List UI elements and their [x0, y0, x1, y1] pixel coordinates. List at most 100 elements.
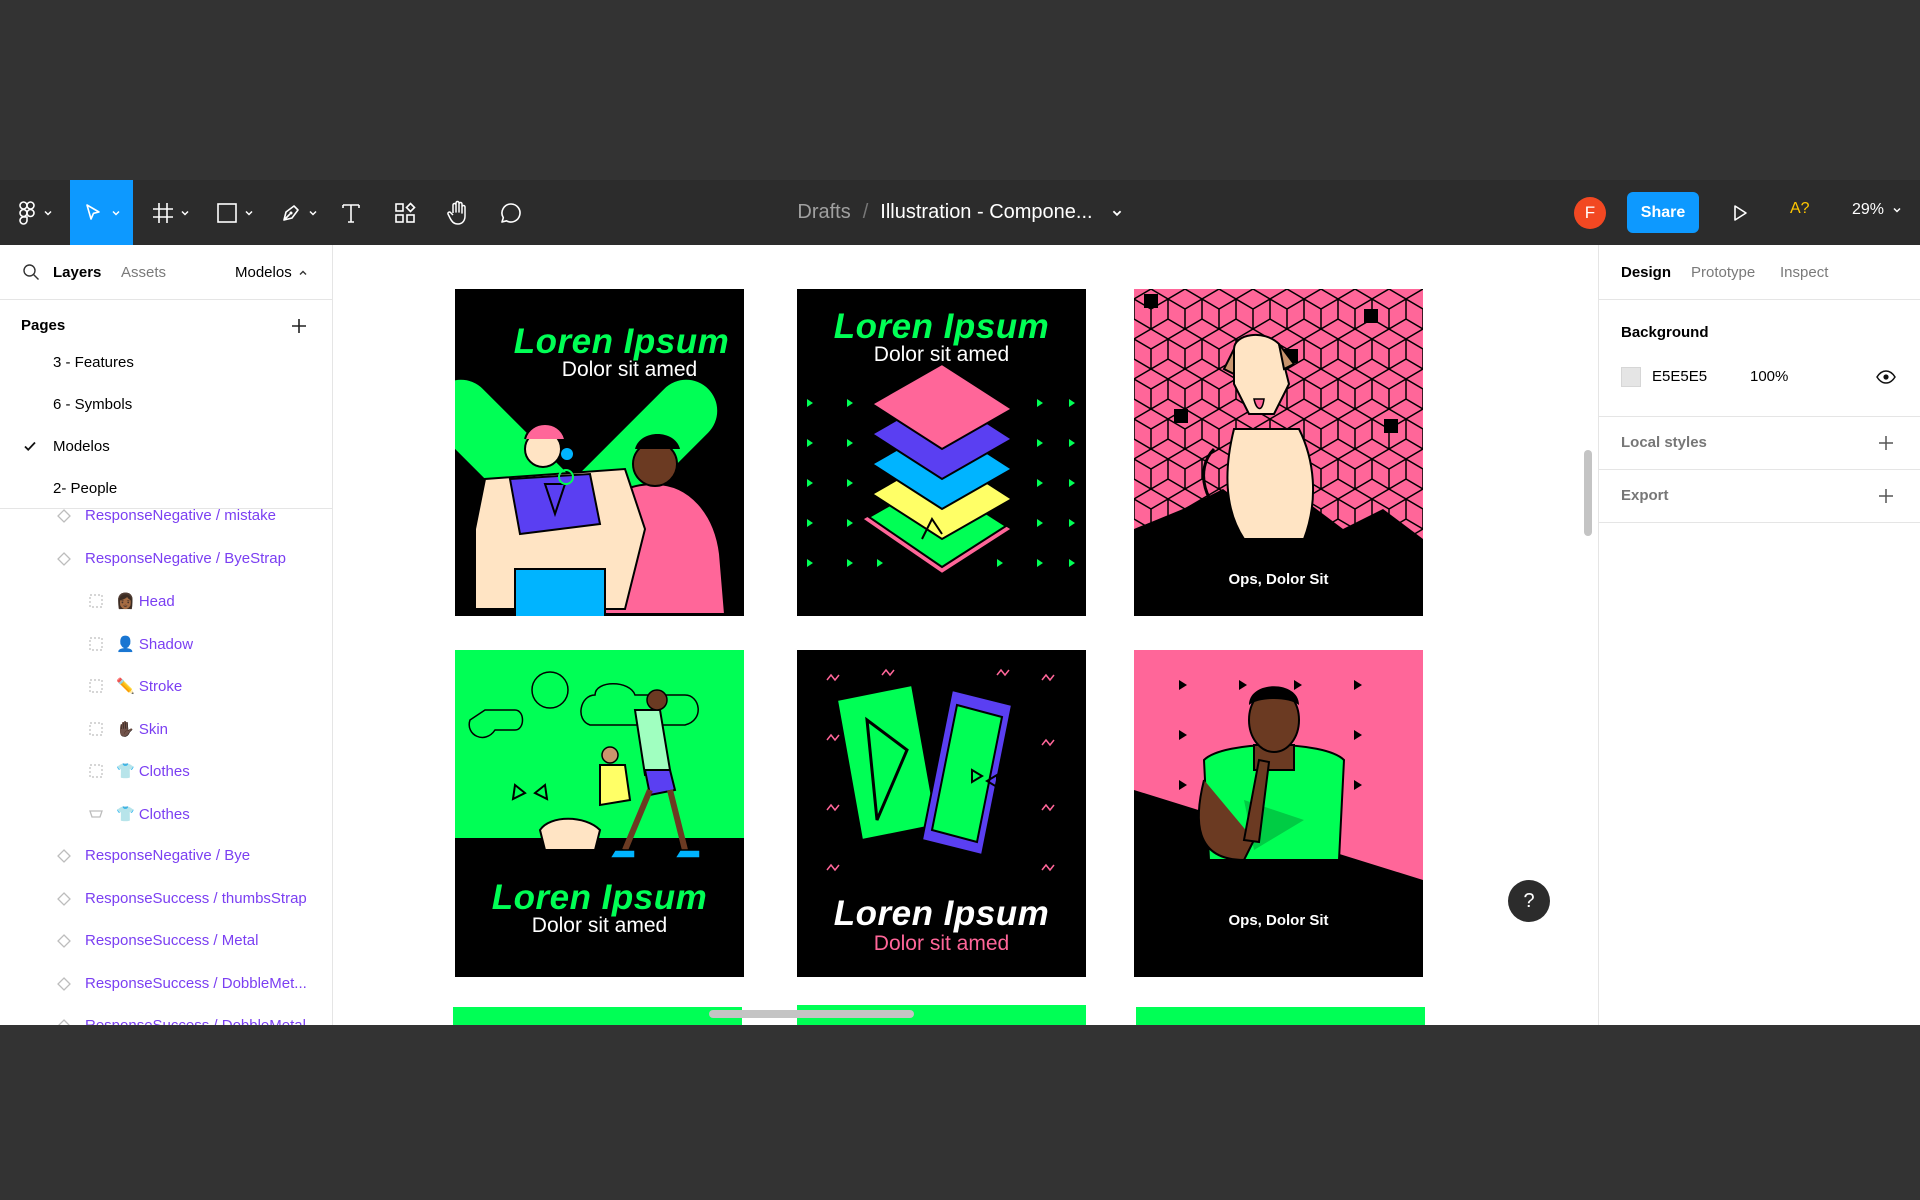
artboard-card-1[interactable]: Loren Ipsum Dolor sit amed: [455, 289, 744, 616]
frame-icon: [89, 721, 103, 736]
layer-row[interactable]: ResponseSuccess / DobbleMet...: [0, 963, 332, 1005]
page-item-modelos[interactable]: Modelos: [0, 425, 332, 467]
present-button[interactable]: [1725, 198, 1755, 228]
resources-button[interactable]: [390, 180, 420, 245]
tab-layers[interactable]: Layers: [53, 264, 101, 281]
card-subtitle: Dolor sit amed: [873, 932, 1010, 955]
artboard-card-4[interactable]: Loren Ipsum Dolor sit amed: [455, 650, 744, 977]
layer-label: ✋🏿 Skin: [116, 720, 169, 738]
frame-icon: [89, 636, 103, 651]
artboard-card-7[interactable]: [453, 1007, 742, 1025]
page-label: 3 - Features: [53, 355, 134, 371]
frame-tool-button[interactable]: [148, 180, 194, 245]
hand-tool-button[interactable]: [443, 180, 473, 245]
share-button[interactable]: Share: [1627, 192, 1699, 233]
breadcrumb-separator: /: [862, 201, 869, 223]
shape-tool-button[interactable]: [212, 180, 258, 245]
tab-design[interactable]: Design: [1621, 264, 1671, 281]
layer-row[interactable]: 👤 Shadow: [0, 623, 332, 665]
artboard-card-9[interactable]: [1136, 1007, 1425, 1025]
artboard-card-2[interactable]: Loren Ipsum Dolor sit amed: [797, 289, 1086, 616]
component-icon: [57, 849, 71, 863]
chevron-down-icon[interactable]: [1111, 207, 1123, 219]
page-item-features[interactable]: 3 - Features: [0, 355, 332, 383]
layer-row[interactable]: 👕 Clothes: [0, 793, 332, 835]
local-styles-label: Local styles: [1621, 434, 1707, 451]
layer-label: 👕 Clothes: [116, 763, 190, 780]
canvas[interactable]: Loren Ipsum Dolor sit amed Loren Ipsum D…: [334, 245, 1598, 1025]
pages-title: Pages: [21, 317, 66, 334]
background-color-swatch[interactable]: [1621, 367, 1641, 387]
people-illustration: [455, 379, 727, 616]
page-item-symbols[interactable]: 6 - Symbols: [0, 383, 332, 425]
component-icon: [57, 934, 71, 948]
layer-row[interactable]: ResponseNegative / mistake: [0, 509, 332, 537]
layer-label: ResponseNegative / mistake: [85, 509, 276, 524]
hand-tool-icon: [447, 200, 466, 225]
text-tool-button[interactable]: [336, 180, 366, 245]
components-icon: [395, 201, 416, 223]
artboard-card-5[interactable]: Loren Ipsum Dolor sit amed: [797, 650, 1086, 977]
avatar[interactable]: F: [1574, 197, 1606, 229]
comment-tool-button[interactable]: [496, 180, 526, 245]
component-icon: [57, 891, 71, 906]
layer-row[interactable]: ✏️ Stroke: [0, 665, 332, 707]
page-switcher[interactable]: Modelos: [235, 264, 308, 281]
layer-row[interactable]: ResponseSuccess / Metal: [0, 920, 332, 962]
artboard-card-3[interactable]: Ops, Dolor Sit: [1134, 289, 1423, 616]
layer-row[interactable]: 👩🏾 Head: [0, 580, 332, 622]
cards-stack-illustration: [807, 362, 1075, 576]
zoom-menu[interactable]: 29%: [1852, 201, 1902, 219]
frame-tool-icon: [153, 202, 173, 223]
tab-prototype[interactable]: Prototype: [1691, 264, 1755, 281]
artboard-card-6[interactable]: Ops, Dolor Sit: [1134, 650, 1423, 977]
layer-row[interactable]: ResponseSuccess / thumbsStrap: [0, 878, 332, 920]
vertical-scrollbar[interactable]: [1584, 450, 1592, 536]
background-hex-input[interactable]: E5E5E5: [1652, 368, 1707, 385]
frame-icon: [89, 764, 103, 778]
component-icon: [57, 976, 71, 991]
chevron-up-icon: [299, 270, 307, 275]
move-tool-icon: [85, 203, 100, 220]
plus-icon[interactable]: [1877, 434, 1895, 452]
file-name[interactable]: Illustration - Compone...: [880, 201, 1092, 224]
help-button[interactable]: ?: [1508, 880, 1550, 922]
left-panel-tabs: Layers Assets Modelos: [0, 245, 332, 300]
tab-assets[interactable]: Assets: [121, 264, 166, 281]
horizontal-scrollbar[interactable]: [709, 1010, 914, 1018]
accessibility-check[interactable]: A?: [1790, 200, 1810, 218]
local-styles-section: Local styles: [1599, 417, 1920, 470]
zoom-level: 29%: [1852, 201, 1885, 218]
layer-label: 👤 Shadow: [116, 635, 194, 653]
background-opacity-input[interactable]: 100%: [1750, 368, 1788, 385]
chevron-down-icon: [245, 210, 253, 216]
layer-row[interactable]: ✋🏿 Skin: [0, 708, 332, 750]
layer-row[interactable]: ResponseSuccess / DobbleMetal: [0, 1005, 332, 1025]
breadcrumb-drafts[interactable]: Drafts: [797, 201, 850, 224]
layer-label: ResponseSuccess / DobbleMetal: [85, 1017, 306, 1025]
dog-cubes-illustration: [1134, 289, 1423, 540]
layer-row[interactable]: 👕 Clothes: [0, 750, 332, 792]
layer-row[interactable]: ResponseNegative / Bye: [0, 835, 332, 877]
move-tool-button[interactable]: [70, 180, 133, 245]
main-menu-button[interactable]: [14, 180, 58, 245]
eye-icon[interactable]: [1876, 369, 1896, 385]
page-item-people[interactable]: 2- People: [0, 467, 332, 508]
search-icon[interactable]: [22, 263, 40, 281]
component-icon: [58, 1019, 70, 1025]
checkmark-icon: [24, 441, 36, 451]
plus-icon[interactable]: [1877, 487, 1895, 505]
card-caption: Ops, Dolor Sit: [1228, 571, 1329, 588]
tab-inspect[interactable]: Inspect: [1780, 264, 1828, 281]
chevron-down-icon: [44, 210, 52, 216]
export-section: Export: [1599, 470, 1920, 523]
frame-icon: [89, 679, 103, 693]
left-panel: Layers Assets Modelos Pages 3 - Features…: [0, 245, 333, 1025]
plus-icon[interactable]: [289, 316, 309, 336]
layer-row[interactable]: ResponseNegative / ByeStrap: [0, 538, 332, 580]
card-title: Loren Ipsum: [491, 878, 708, 917]
comment-icon: [501, 202, 521, 223]
card-subtitle: Dolor sit amed: [531, 914, 668, 937]
pen-tool-button[interactable]: [276, 180, 322, 245]
page-label: Modelos: [53, 437, 110, 455]
